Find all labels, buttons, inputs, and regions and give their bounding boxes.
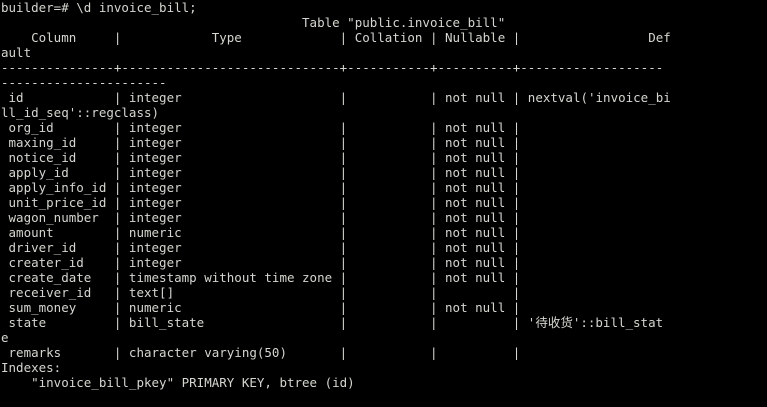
command-line: builder=# \d invoice_bill; xyxy=(1,0,767,15)
table-row-wrap: e xyxy=(1,330,9,345)
table-row: apply_info_id | integer | | not null | xyxy=(1,180,521,195)
table-row: apply_id | integer | | not null | xyxy=(1,165,521,180)
table-row: id | integer | | not null | nextval('inv… xyxy=(1,90,671,105)
index-entry: "invoice_bill_pkey" PRIMARY KEY, btree (… xyxy=(1,375,355,390)
terminal-window[interactable]: builder=# \d invoice_bill; Table "public… xyxy=(0,0,767,407)
table-row: state | bill_state | | | '待收货'::bill_sta… xyxy=(1,315,664,330)
indexes-label: Indexes: xyxy=(1,360,62,375)
prompt: builder=# xyxy=(1,0,69,15)
table-row: creater_id | integer | | not null | xyxy=(1,255,521,270)
table-row: unit_price_id | integer | | not null | xyxy=(1,195,521,210)
table-row: amount | numeric | | not null | xyxy=(1,225,521,240)
table-title: Table "public.invoice_bill" xyxy=(1,15,506,30)
table-row: wagon_number | integer | | not null | xyxy=(1,210,521,225)
table-row: remarks | character varying(50) | | | xyxy=(1,345,521,360)
table-row: sum_money | numeric | | not null | xyxy=(1,300,521,315)
table-row: notice_id | integer | | not null | xyxy=(1,150,521,165)
table-header: Column | Type | Collation | Nullable | D… xyxy=(1,30,671,45)
table-separator: ---------------+------------------------… xyxy=(1,60,664,75)
table-row: maxing_id | integer | | not null | xyxy=(1,135,521,150)
table-header-wrap: ault xyxy=(1,45,32,60)
table-row: create_date | timestamp without time zon… xyxy=(1,270,521,285)
table-row: receiver_id | text[] | | | xyxy=(1,285,521,300)
command-text: \d invoice_bill; xyxy=(76,0,197,15)
table-row-wrap: ll_id_seq'::regclass) xyxy=(1,105,160,120)
table-separator-wrap: ---------------------- xyxy=(1,75,167,90)
table-row: org_id | integer | | not null | xyxy=(1,120,521,135)
table-row: driver_id | integer | | not null | xyxy=(1,240,521,255)
